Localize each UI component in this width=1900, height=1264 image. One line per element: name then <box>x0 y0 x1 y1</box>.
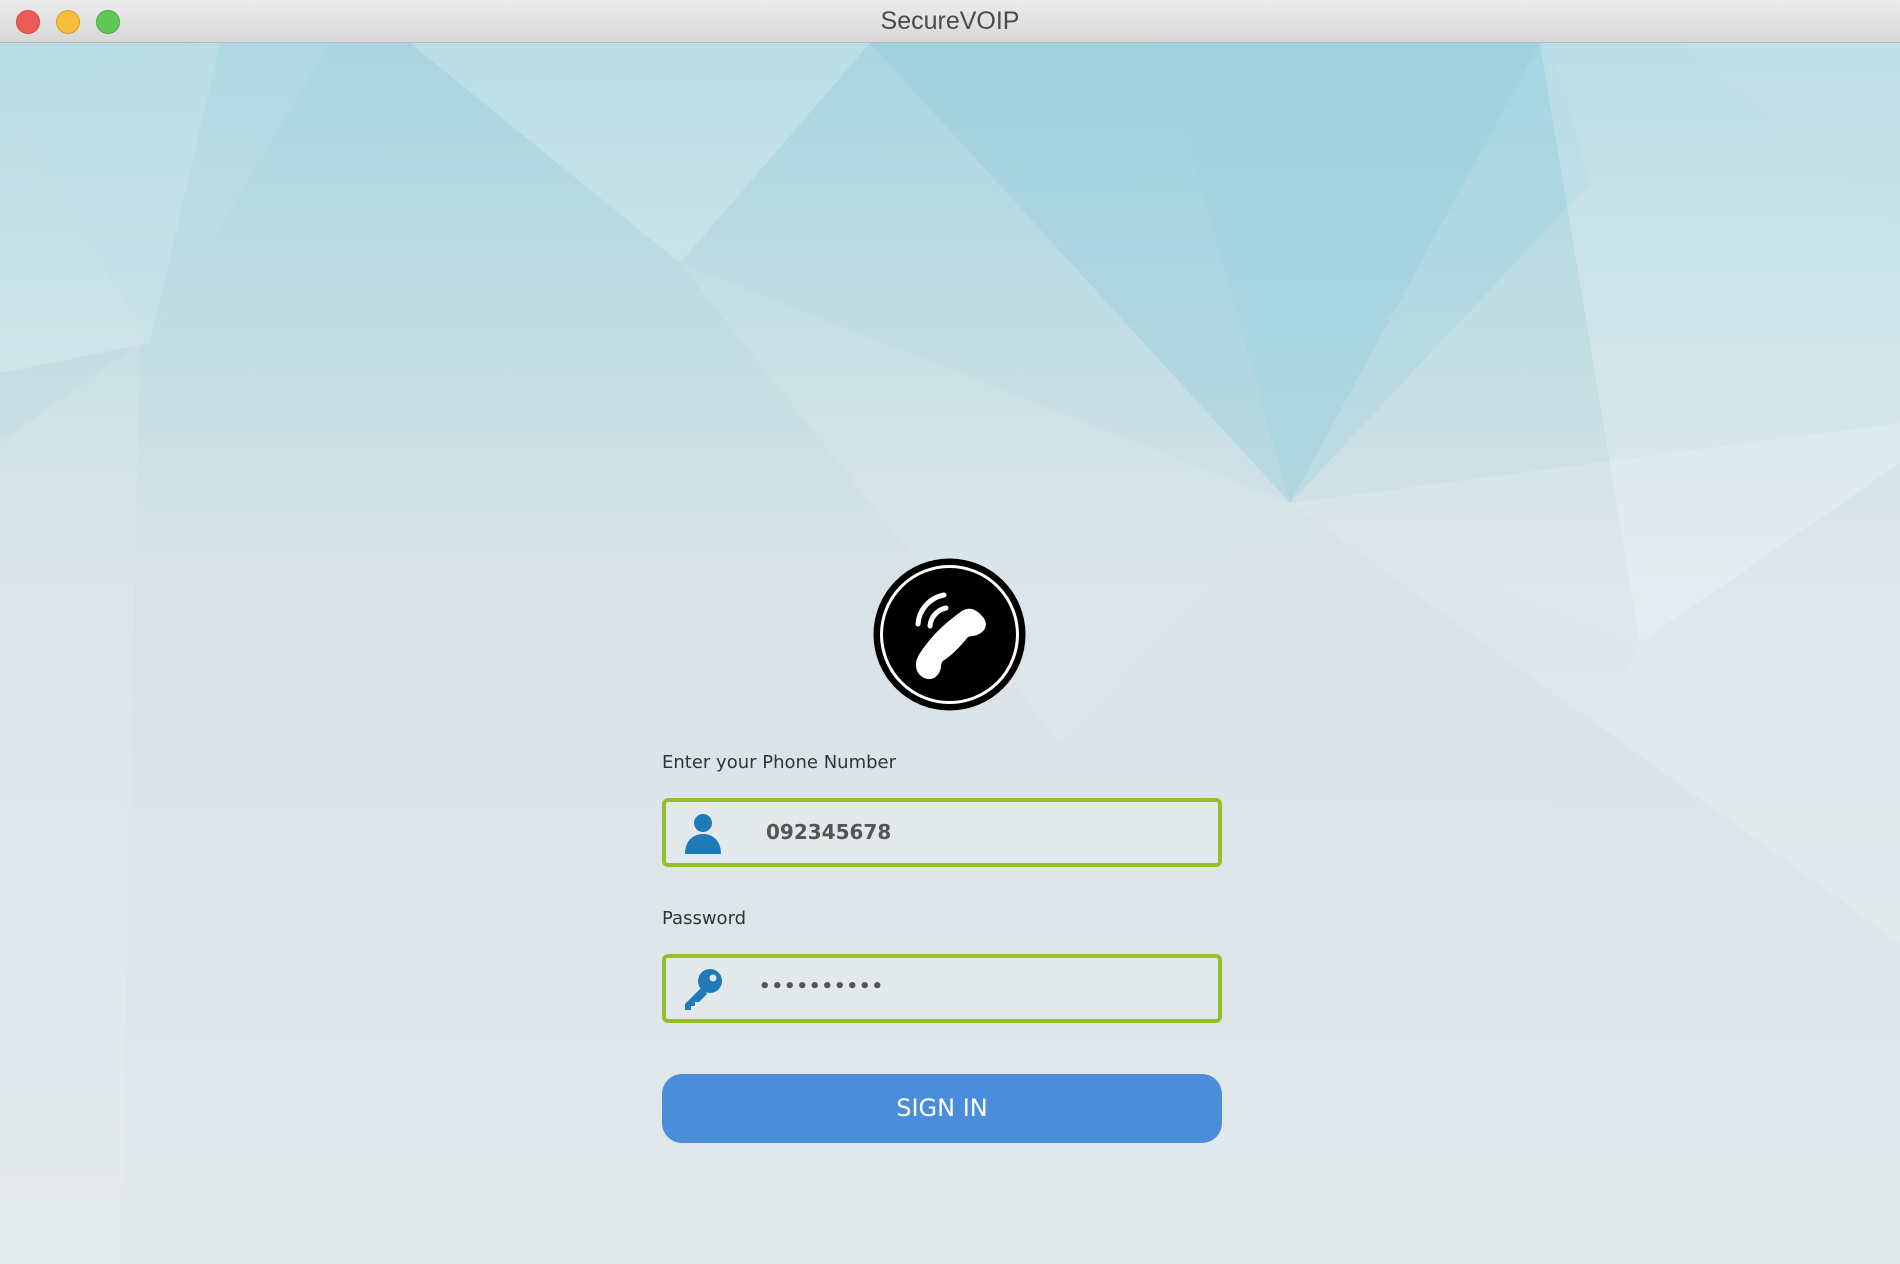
password-label: Password <box>662 908 747 929</box>
password-value: •••••••••• <box>759 976 885 997</box>
sign-in-button[interactable]: SIGN IN <box>662 1074 1222 1143</box>
password-field[interactable]: •••••••••• <box>662 954 1222 1023</box>
phone-number-field[interactable]: 092345678 <box>662 798 1222 867</box>
window-title: SecureVOIP <box>880 7 1020 35</box>
app-window: SecureVOIP Enter your Phone Number 09234… <box>0 0 1900 1264</box>
phone-number-value: 092345678 <box>766 820 892 844</box>
user-icon <box>685 814 721 854</box>
key-icon <box>685 969 722 1010</box>
phone-call-icon <box>873 558 1026 711</box>
title-bar: SecureVOIP <box>0 0 1900 43</box>
phone-number-label: Enter your Phone Number <box>662 752 897 773</box>
